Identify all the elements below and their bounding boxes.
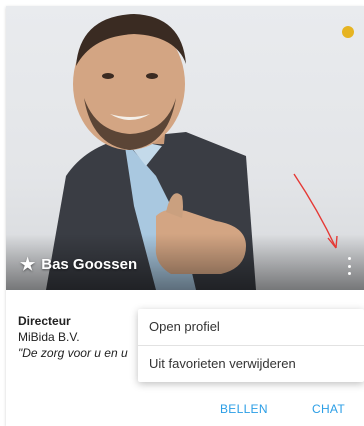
call-button[interactable]: BELLEN: [220, 402, 268, 416]
menu-item-remove-favorite[interactable]: Uit favorieten verwijderen: [138, 345, 364, 382]
menu-item-open-profile[interactable]: Open profiel: [138, 309, 364, 345]
context-menu: Open profiel Uit favorieten verwijderen: [138, 309, 364, 382]
contact-name-row: ★ Bas Goossen: [20, 256, 137, 273]
more-options-icon[interactable]: [344, 257, 354, 275]
chat-button[interactable]: CHAT: [312, 402, 345, 416]
contact-photo: ★ Bas Goossen: [6, 6, 364, 290]
card-actions: BELLEN CHAT: [6, 398, 364, 426]
star-icon[interactable]: ★: [20, 256, 35, 273]
status-dot-icon: [342, 26, 354, 38]
contact-name: Bas Goossen: [41, 256, 138, 273]
